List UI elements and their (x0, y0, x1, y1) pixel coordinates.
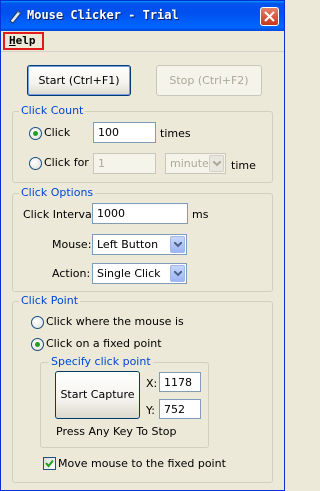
start-capture-button[interactable]: Start Capture (55, 371, 140, 419)
fixed-point-radio[interactable] (31, 338, 44, 351)
action-label: Action: (52, 267, 91, 280)
action-dropdown[interactable] (170, 265, 185, 282)
interval-label: Click Interval: (23, 208, 99, 221)
stop-button[interactable]: Stop (Ctrl+F2) (156, 65, 262, 96)
y-label: Y: (146, 404, 155, 417)
action-value: Single Click (97, 267, 161, 280)
menu-help[interactable]: Help (3, 32, 44, 50)
move-mouse-checkbox[interactable] (43, 457, 56, 470)
click-count-title: Click Count (19, 104, 86, 117)
close-button[interactable] (260, 7, 279, 26)
time-unit-dropdown[interactable] (209, 155, 224, 172)
click-count-input[interactable]: 100 (93, 122, 156, 143)
close-icon (264, 11, 275, 22)
mouse-icon (7, 8, 23, 24)
chevron-down-icon (213, 161, 221, 167)
click-for-radio[interactable] (29, 157, 42, 170)
click-label: Click (44, 126, 71, 139)
mouse-button-value: Left Button (97, 238, 159, 251)
menu-help-mnemonic: H (9, 34, 16, 47)
chevron-down-icon (174, 271, 182, 277)
where-mouse-radio[interactable] (31, 316, 44, 329)
y-coordinate-input[interactable]: 752 (159, 399, 201, 419)
x-coordinate-input[interactable]: 1178 (159, 372, 201, 392)
main-window: Mouse Clicker - Trial Help Start (Ctrl+F… (0, 0, 285, 491)
start-button[interactable]: Start (Ctrl+F1) (27, 65, 131, 96)
click-for-label: Click for (44, 156, 89, 169)
mouse-button-dropdown[interactable] (170, 236, 185, 253)
checkmark-icon (45, 459, 54, 468)
click-point-title: Click Point (19, 294, 81, 307)
time-unit-value: minute (170, 157, 209, 170)
interval-unit: ms (192, 208, 209, 221)
where-mouse-label: Click where the mouse is (46, 315, 184, 328)
time-unit-select[interactable]: minute (165, 153, 226, 174)
times-label: times (160, 127, 191, 140)
menu-help-label: elp (15, 34, 36, 47)
title-bar[interactable]: Mouse Clicker - Trial (1, 1, 284, 31)
x-label: X: (146, 377, 158, 390)
mouse-button-select[interactable]: Left Button (92, 234, 187, 255)
menu-bar: Help (1, 31, 284, 52)
action-select[interactable]: Single Click (92, 263, 187, 284)
fixed-point-label: Click on a fixed point (46, 337, 162, 350)
time-label: time (231, 159, 256, 172)
interval-input[interactable]: 1000 (92, 203, 188, 224)
click-for-input[interactable]: 1 (93, 153, 156, 174)
move-mouse-label: Move mouse to the fixed point (58, 457, 226, 470)
click-radio[interactable] (29, 127, 42, 140)
capture-hint: Press Any Key To Stop (56, 425, 177, 438)
chevron-down-icon (174, 242, 182, 248)
specify-point-title: Specify click point (49, 355, 153, 368)
click-options-title: Click Options (19, 186, 96, 199)
window-title: Mouse Clicker - Trial (27, 8, 179, 22)
mouse-label: Mouse: (52, 238, 92, 251)
